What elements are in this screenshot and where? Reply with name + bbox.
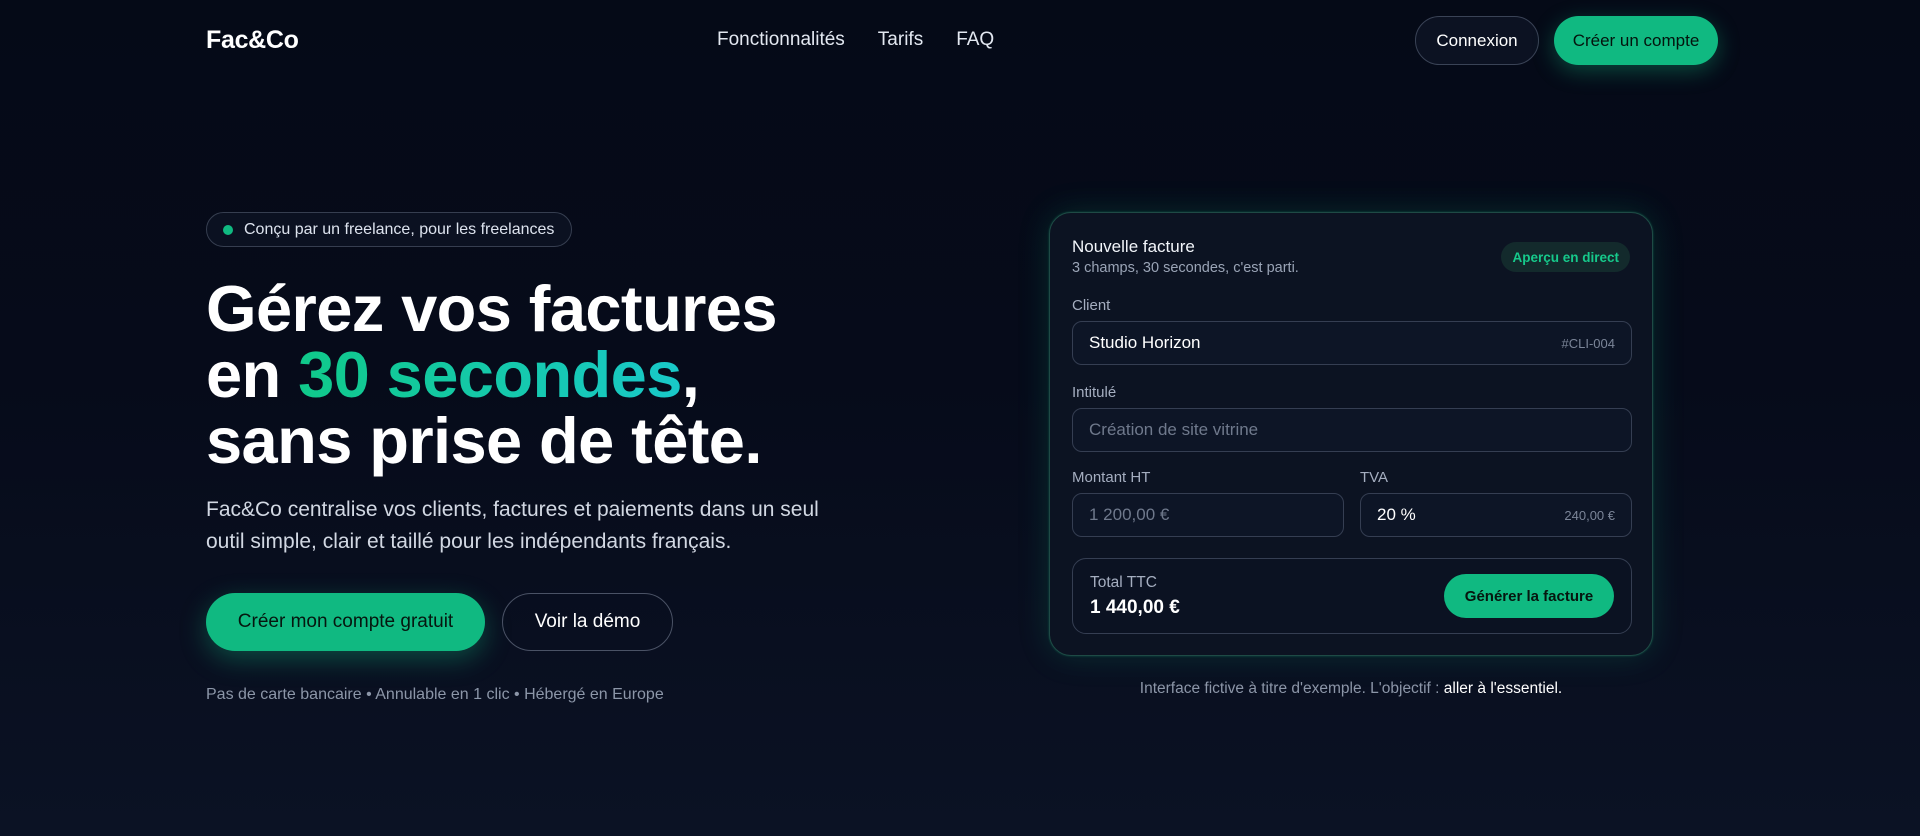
client-value: Studio Horizon: [1089, 333, 1201, 352]
brand-logo[interactable]: Fac&Co: [206, 26, 299, 55]
watch-demo-button[interactable]: Voir la démo: [502, 593, 673, 651]
reassurance-text: Pas de carte bancaire • Annulable en 1 c…: [206, 686, 664, 703]
client-field[interactable]: Studio Horizon #CLI-004: [1072, 321, 1632, 365]
footnote-emphasis: aller à l'essentiel.: [1443, 680, 1563, 697]
headline-accent: 30 secondes: [298, 338, 682, 411]
total-label: Total TTC: [1090, 574, 1157, 591]
vat-field[interactable]: 20 % 240,00 €: [1360, 493, 1632, 537]
intitule-field[interactable]: Création de site vitrine: [1072, 408, 1632, 452]
headline-line-3: sans prise de tête.: [206, 404, 762, 477]
total-panel: Total TTC 1 440,00 € Générer la facture: [1072, 558, 1632, 634]
vat-value: 20 %: [1377, 505, 1416, 524]
vat-amount: 240,00 €: [1564, 507, 1615, 523]
hero-badge: Conçu par un freelance, pour les freelan…: [206, 212, 573, 247]
amount-label: Montant HT: [1072, 469, 1151, 486]
nav-link-features[interactable]: Fonctionnalités: [717, 28, 845, 52]
nav-link-faq[interactable]: FAQ: [956, 28, 994, 52]
hero-headline: Gérez vos factures en 30 secondes, sans …: [206, 276, 886, 474]
card-subtitle: 3 champs, 30 secondes, c'est parti.: [1072, 260, 1299, 276]
top-navbar: Fac&Co Fonctionnalités Tarifs FAQ Connex…: [0, 0, 1920, 80]
client-ref: #CLI-004: [1561, 335, 1615, 351]
signup-button[interactable]: Créer un compte: [1554, 16, 1718, 65]
hero-badge-text: Conçu par un freelance, pour les freelan…: [244, 220, 555, 238]
live-preview-badge: Aperçu en direct: [1501, 242, 1630, 272]
create-free-account-button[interactable]: Créer mon compte gratuit: [206, 593, 485, 651]
total-value: 1 440,00 €: [1090, 597, 1180, 618]
intitule-label: Intitulé: [1072, 384, 1117, 401]
vat-label: TVA: [1360, 469, 1389, 486]
headline-line-2-prefix: en: [206, 338, 299, 411]
card-footnote: Interface fictive à titre d'exemple. L'o…: [1049, 680, 1653, 698]
amount-field[interactable]: 1 200,00 €: [1072, 493, 1344, 537]
client-label: Client: [1072, 297, 1111, 314]
footnote-text: Interface fictive à titre d'exemple. L'o…: [1139, 680, 1444, 697]
headline-line-1: Gérez vos factures: [206, 272, 777, 345]
hero-subtitle: Fac&Co centralise vos clients, factures …: [206, 498, 819, 553]
login-button[interactable]: Connexion: [1415, 16, 1539, 65]
headline-line-2-suffix: ,: [681, 338, 700, 411]
card-title: Nouvelle facture: [1072, 237, 1195, 256]
invoice-preview-card: Nouvelle facture 3 champs, 30 secondes, …: [1049, 212, 1653, 656]
generate-invoice-button[interactable]: Générer la facture: [1444, 574, 1614, 618]
status-dot-icon: [223, 224, 233, 235]
main-nav: Fonctionnalités Tarifs FAQ: [717, 28, 994, 52]
nav-link-pricing[interactable]: Tarifs: [878, 28, 923, 52]
amount-placeholder: 1 200,00 €: [1089, 505, 1170, 524]
intitule-placeholder: Création de site vitrine: [1089, 420, 1259, 439]
